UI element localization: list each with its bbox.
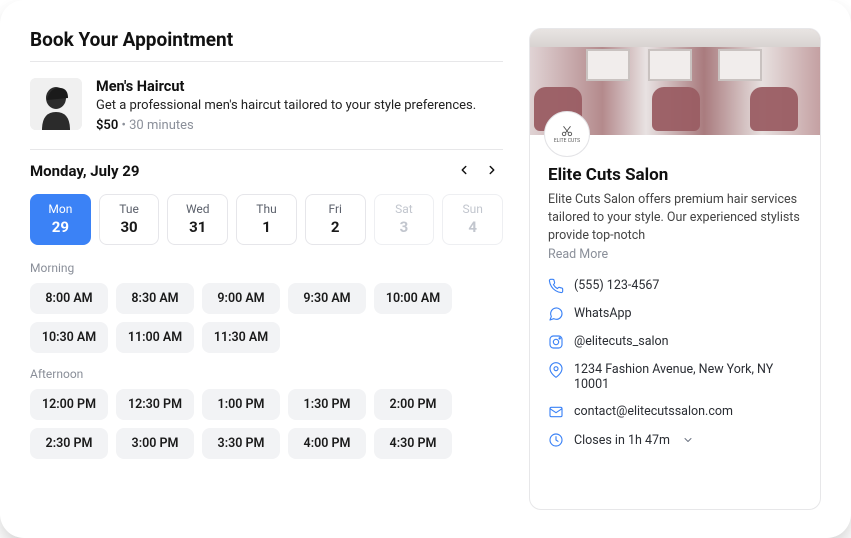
booking-panel: Book Your Appointment Men's Haircut Get …: [30, 28, 503, 510]
day-of-week: Sat: [375, 202, 434, 216]
day-number: 29: [31, 218, 90, 236]
time-slot[interactable]: 9:00 AM: [202, 283, 280, 314]
chevron-left-icon: [457, 162, 471, 181]
map-pin-icon: [548, 362, 564, 378]
salon-logo-text: ELITE CUTS: [554, 139, 580, 144]
email-row[interactable]: contact@elitecutssalon.com: [548, 404, 802, 420]
day-number: 1: [237, 218, 296, 236]
salon-name: Elite Cuts Salon: [548, 165, 802, 185]
time-section-label: Afternoon: [30, 367, 503, 381]
service-title: Men's Haircut: [96, 78, 476, 95]
mail-icon: [548, 404, 564, 420]
phone-row[interactable]: (555) 123-4567: [548, 278, 802, 294]
hours-text: Closes in 1h 47m: [574, 433, 670, 448]
salon-description: Elite Cuts Salon offers premium hair ser…: [548, 191, 802, 245]
day-picker: Mon 29 Tue 30 Wed 31 Thu 1 Fri 2 Sat 3 Sun 4: [30, 194, 503, 245]
day-number: 30: [100, 218, 159, 236]
time-slot[interactable]: 2:30 PM: [30, 428, 108, 459]
service-card: Men's Haircut Get a professional men's h…: [30, 62, 503, 149]
phone-icon: [548, 278, 564, 294]
chevron-right-icon: [485, 162, 499, 181]
time-slot[interactable]: 11:00 AM: [116, 322, 194, 353]
phone-text: (555) 123-4567: [574, 278, 659, 293]
time-slot-grid: 12:00 PM 12:30 PM 1:00 PM 1:30 PM 2:00 PM 2:3…: [30, 389, 503, 459]
chevron-down-icon: [682, 434, 694, 446]
address-text: 1234 Fashion Avenue, New York, NY 10001: [574, 362, 802, 392]
day-option[interactable]: Wed 31: [167, 194, 228, 245]
day-number: 3: [375, 218, 434, 236]
booking-app: Book Your Appointment Men's Haircut Get …: [0, 0, 851, 538]
whatsapp-row[interactable]: WhatsApp: [548, 306, 802, 322]
whatsapp-icon: [548, 306, 564, 322]
address-row[interactable]: 1234 Fashion Avenue, New York, NY 10001: [548, 362, 802, 392]
hours-row[interactable]: Closes in 1h 47m: [548, 432, 802, 448]
time-slot[interactable]: 4:30 PM: [374, 428, 452, 459]
time-slot[interactable]: 10:00 AM: [374, 283, 452, 314]
day-option[interactable]: Thu 1: [236, 194, 297, 245]
instagram-icon: [548, 334, 564, 350]
time-slot[interactable]: 3:30 PM: [202, 428, 280, 459]
whatsapp-text: WhatsApp: [574, 306, 632, 321]
read-more-link[interactable]: Read More: [548, 247, 802, 262]
service-price: $50: [96, 118, 118, 133]
day-number: 4: [443, 218, 502, 236]
day-of-week: Thu: [237, 202, 296, 216]
service-info: Men's Haircut Get a professional men's h…: [96, 78, 476, 133]
time-slot[interactable]: 12:30 PM: [116, 389, 194, 420]
day-of-week: Mon: [31, 202, 90, 216]
day-option: Sun 4: [442, 194, 503, 245]
day-option[interactable]: Mon 29: [30, 194, 91, 245]
page-title: Book Your Appointment: [30, 28, 503, 51]
prev-week-button[interactable]: [453, 160, 475, 182]
service-duration: 30 minutes: [129, 118, 194, 133]
time-slot[interactable]: 1:30 PM: [288, 389, 366, 420]
day-option[interactable]: Fri 2: [305, 194, 366, 245]
instagram-text: @elitecuts_salon: [574, 334, 669, 349]
salon-info-card: ELITE CUTS Elite Cuts Salon Elite Cuts S…: [529, 28, 821, 510]
time-section-label: Morning: [30, 261, 503, 275]
day-of-week: Sun: [443, 202, 502, 216]
time-slot[interactable]: 8:30 AM: [116, 283, 194, 314]
clock-icon: [548, 432, 564, 448]
time-slot[interactable]: 10:30 AM: [30, 322, 108, 353]
next-week-button[interactable]: [481, 160, 503, 182]
meta-separator: •: [118, 118, 129, 133]
day-number: 31: [168, 218, 227, 236]
divider: [30, 149, 503, 150]
selected-date-label: Monday, July 29: [30, 162, 140, 180]
time-slot-grid: 8:00 AM 8:30 AM 9:00 AM 9:30 AM 10:00 AM 10:3…: [30, 283, 503, 353]
time-slot[interactable]: 8:00 AM: [30, 283, 108, 314]
salon-contact-list: (555) 123-4567 WhatsApp @elitecuts_salon: [548, 278, 802, 448]
time-slot[interactable]: 4:00 PM: [288, 428, 366, 459]
time-sections: Morning 8:00 AM 8:30 AM 9:00 AM 9:30 AM 10:00…: [30, 261, 503, 459]
service-description: Get a professional men's haircut tailore…: [96, 98, 476, 113]
time-slot[interactable]: 1:00 PM: [202, 389, 280, 420]
time-slot[interactable]: 12:00 PM: [30, 389, 108, 420]
day-option: Sat 3: [374, 194, 435, 245]
day-of-week: Tue: [100, 202, 159, 216]
service-thumbnail: [30, 78, 82, 130]
day-of-week: Wed: [168, 202, 227, 216]
email-text: contact@elitecutssalon.com: [574, 404, 733, 419]
salon-cover-image: ELITE CUTS: [530, 29, 820, 135]
day-number: 2: [306, 218, 365, 236]
salon-logo: ELITE CUTS: [544, 111, 590, 157]
service-meta: $50 • 30 minutes: [96, 118, 476, 133]
day-option[interactable]: Tue 30: [99, 194, 160, 245]
instagram-row[interactable]: @elitecuts_salon: [548, 334, 802, 350]
time-slot[interactable]: 9:30 AM: [288, 283, 366, 314]
time-slot[interactable]: 2:00 PM: [374, 389, 452, 420]
day-of-week: Fri: [306, 202, 365, 216]
time-slot[interactable]: 3:00 PM: [116, 428, 194, 459]
time-slot[interactable]: 11:30 AM: [202, 322, 280, 353]
